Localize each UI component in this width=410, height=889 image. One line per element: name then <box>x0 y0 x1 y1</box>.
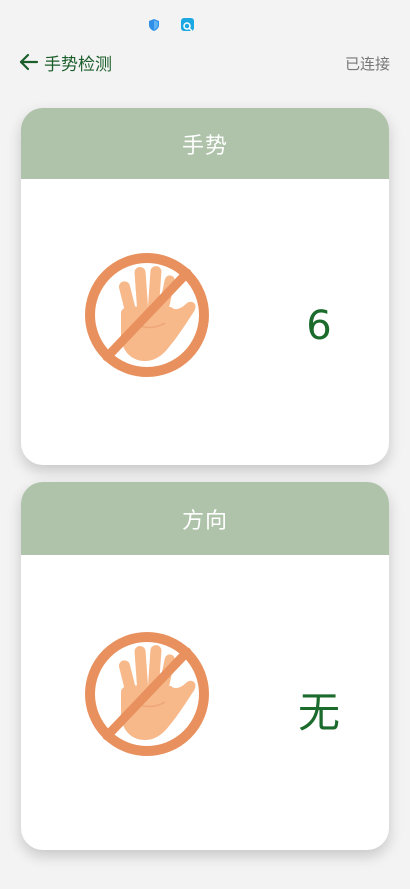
card-header: 手势 <box>21 108 389 179</box>
card-title: 手势 <box>181 133 228 159</box>
direction-card: 方向 无 <box>21 482 389 850</box>
app-header: 手势检测 已连接 <box>0 40 410 84</box>
shield-icon <box>149 19 159 31</box>
search-app-icon <box>181 18 194 32</box>
status-bar <box>0 0 410 40</box>
connection-status: 已连接 <box>344 55 390 73</box>
page-title: 手势检测 <box>44 54 112 75</box>
gesture-card: 手势 6 <box>21 108 389 465</box>
back-button[interactable]: 手势检测 <box>18 48 112 76</box>
card-header: 方向 <box>21 482 389 555</box>
no-hand-icon <box>85 632 209 756</box>
card-title: 方向 <box>181 508 228 534</box>
direction-value: 无 <box>297 688 340 737</box>
no-hand-icon <box>85 253 209 377</box>
arrow-left-icon <box>19 53 39 71</box>
gesture-value: 6 <box>306 303 332 349</box>
